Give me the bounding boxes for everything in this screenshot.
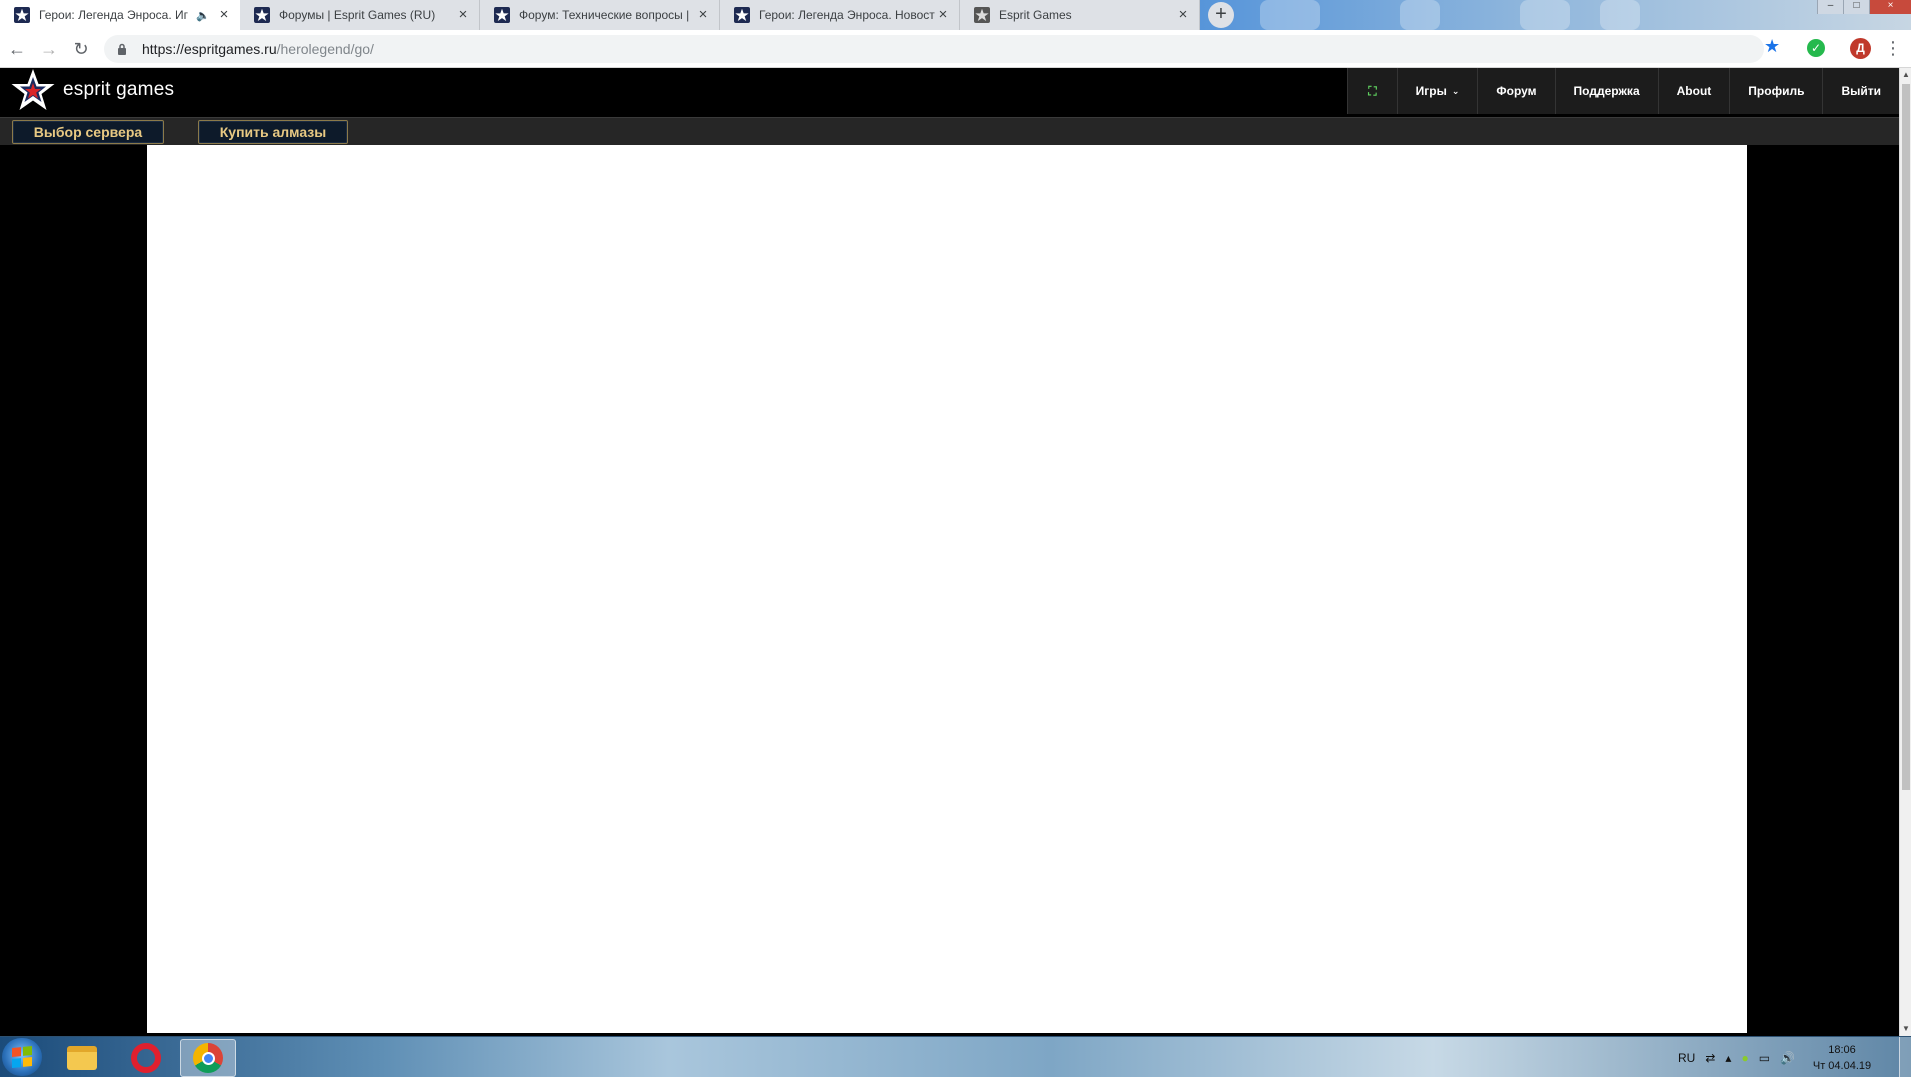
browser-tab-0[interactable]: Герои: Легенда Энроса. Иг 🔈 × [0,0,240,30]
buy-diamonds-button[interactable]: Купить алмазы [198,120,348,144]
esprit-star-favicon-icon [254,7,270,23]
nav-item-support[interactable]: Поддержка [1554,68,1658,114]
url-path: /herolegend/go/ [276,41,374,57]
back-button[interactable]: ← [6,38,28,60]
taskbar-opera[interactable] [118,1039,174,1077]
desktop-wallpaper-peek [1520,0,1570,30]
folder-icon [67,1046,97,1070]
windows-logo-icon [12,1045,32,1069]
taskbar-chrome[interactable] [180,1039,236,1077]
reload-button[interactable]: ↻ [70,38,92,60]
browser-tab-3[interactable]: Герои: Легенда Энроса. Новост × [720,0,960,30]
tray-app-icon[interactable]: ● [1741,1051,1748,1065]
tab-title: Герои: Легенда Энроса. Иг [39,8,189,22]
start-button[interactable] [2,1038,42,1076]
maximize-button[interactable]: □ [1843,0,1869,14]
nav-item-logout[interactable]: Выйти [1822,68,1899,114]
url-host: https://espritgames.ru [142,41,277,57]
scroll-down-arrow-icon[interactable]: ▼ [1900,1022,1911,1036]
scroll-up-arrow-icon[interactable]: ▲ [1900,68,1911,82]
nav-item-label: Игры [1415,84,1447,98]
opera-icon [131,1043,161,1073]
esprit-star-logo-icon [11,69,55,110]
system-tray: RU ⇄ ▴ ● ▭ 🔊 18:06 Чт 04.04.19 [1678,1037,1911,1077]
volume-icon[interactable]: 🔊 [1780,1051,1795,1065]
desktop-wallpaper-peek [1600,0,1640,30]
tab-title: Форумы | Esprit Games (RU) [279,8,436,22]
window-close-button[interactable]: × [1869,0,1911,14]
game-frame[interactable] [147,145,1747,1033]
site-header: esprit games ⛶ Игры ⌄ Форум Поддержка Abo… [0,68,1899,117]
language-indicator[interactable]: RU [1678,1051,1695,1065]
nav-item-about[interactable]: About [1657,68,1730,114]
esprit-star-favicon-icon [494,7,510,23]
browser-tab-1[interactable]: Форумы | Esprit Games (RU) × [240,0,480,30]
game-toolbar: Выбор сервера Купить алмазы [0,117,1899,145]
window-controls: – □ × [1817,0,1911,14]
clock-date: Чт 04.04.19 [1812,1059,1872,1072]
nav-item-games[interactable]: Игры ⌄ [1396,68,1478,114]
esprit-games-favicon-icon [974,7,990,23]
clock-time: 18:06 [1828,1043,1856,1056]
network-switch-icon[interactable]: ⇄ [1705,1051,1715,1065]
browser-tab-4[interactable]: Esprit Games × [960,0,1200,30]
url-text: https://espritgames.ru/herolegend/go/ [142,41,374,57]
windows-taskbar: RU ⇄ ▴ ● ▭ 🔊 18:06 Чт 04.04.19 [0,1036,1911,1077]
nav-item-forum[interactable]: Форум [1477,68,1554,114]
tab-close-icon[interactable]: × [1175,7,1191,23]
show-desktop-button[interactable] [1899,1037,1911,1077]
site-brand-name: esprit games [63,79,175,100]
chevron-down-icon: ⌄ [1451,85,1460,96]
browser-toolbar: ← → ↻ https://espritgames.ru/herolegend/… [0,30,1911,68]
tab-title: Герои: Легенда Энроса. Новост [759,8,935,22]
taskbar-explorer[interactable] [54,1039,110,1077]
network-icon[interactable]: ▭ [1759,1051,1770,1065]
tab-title: Форум: Технические вопросы | [519,8,690,22]
tab-audio-icon[interactable]: 🔈 [196,9,210,22]
new-tab-button[interactable]: + [1208,2,1234,28]
minimize-button[interactable]: – [1817,0,1843,14]
screen: Герои: Легенда Энроса. Иг 🔈 × Форумы | E… [0,0,1911,1077]
select-server-button[interactable]: Выбор сервера [12,120,164,144]
clock[interactable]: 18:06 Чт 04.04.19 [1805,1042,1879,1074]
fullscreen-icon[interactable]: ⛶ [1347,68,1396,114]
extension-check-icon[interactable]: ✓ [1807,39,1825,57]
address-bar[interactable]: https://espritgames.ru/herolegend/go/ [104,35,1764,63]
tab-close-icon[interactable]: × [695,7,711,23]
esprit-star-favicon-icon [14,7,30,23]
esprit-star-favicon-icon [734,7,750,23]
show-hidden-icons-icon[interactable]: ▴ [1725,1051,1731,1065]
tab-close-icon[interactable]: × [455,7,471,23]
lock-icon [116,43,128,55]
desktop-wallpaper-peek [1260,0,1320,30]
site-nav: ⛶ Игры ⌄ Форум Поддержка About Профиль Вы… [1347,68,1899,114]
browser-menu-icon[interactable]: ⋮ [1884,38,1902,60]
profile-avatar[interactable]: Д [1850,38,1871,59]
tab-close-icon[interactable]: × [216,7,232,23]
tab-close-icon[interactable]: × [935,7,951,23]
bookmark-star-icon[interactable]: ★ [1764,36,1780,57]
browser-tab-2[interactable]: Форум: Технические вопросы | × [480,0,720,30]
chrome-icon [193,1043,223,1073]
forward-button[interactable]: → [38,38,60,60]
tab-title: Esprit Games [999,8,1072,22]
site-logo[interactable]: esprit games [10,68,174,112]
browser-tab-strip: Герои: Легенда Энроса. Иг 🔈 × Форумы | E… [0,0,1911,30]
page-viewport: esprit games ⛶ Игры ⌄ Форум Поддержка Abo… [0,68,1899,1036]
page-scrollbar[interactable]: ▲ ▼ [1899,68,1911,1036]
desktop-wallpaper-peek [1400,0,1440,30]
nav-item-profile[interactable]: Профиль [1729,68,1822,114]
scrollbar-thumb[interactable] [1902,84,1910,790]
